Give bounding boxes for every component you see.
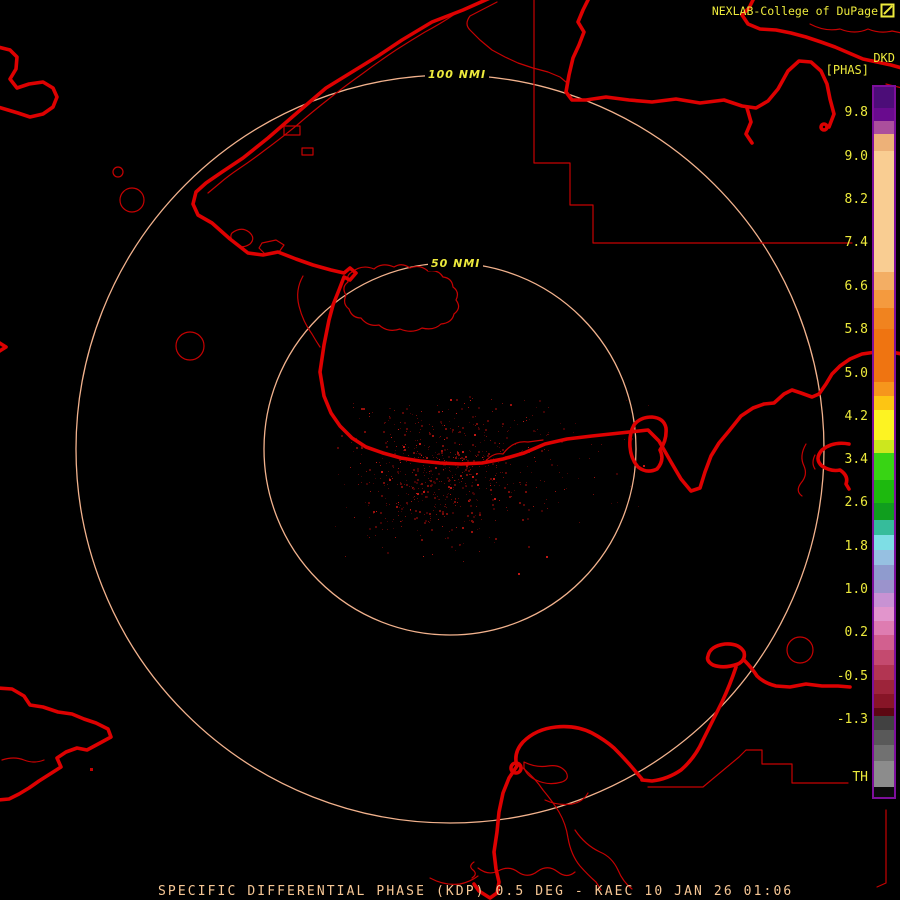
coastline-detail-thin [1,1,900,891]
colorbar-tick-label: -1.3 [836,712,868,727]
colorbar-tick-label: 7.4 [844,235,868,250]
colorbar-segment [874,665,894,680]
cod-logo-icon [880,3,895,18]
colorbar-segment [874,580,894,593]
colorbar-tick-label: 5.0 [844,366,868,381]
colorbar-segment [874,272,894,290]
colorbar-segment [874,382,894,396]
colorbar-tick-label: 9.0 [844,149,868,164]
colorbar-tick-label: 9.8 [844,105,868,120]
colorbar-segment [874,565,894,580]
colorbar-segment [874,121,894,134]
range-ring-label-100nmi: 100 NMI [425,67,490,82]
colorbar-segment [874,593,894,607]
colorbar-segment [874,650,894,665]
radar-display: NEXLAB-College of DuPage DKD [PHAS] 9.8 9… [0,0,900,900]
kdp-speckle-field [335,396,649,575]
colorbar-segment [874,708,894,716]
radar-map [0,0,900,900]
colorbar-segment [874,730,894,745]
product-unit-label: [PHAS] [825,63,869,77]
footer-product-title: SPECIFIC DIFFERENTIAL PHASE (KDP) 0.5 DE… [158,884,794,899]
colorbar-segment [874,410,894,440]
range-ring-50nmi [263,262,637,636]
colorbar-segment [874,453,894,480]
range-ring-100nmi [75,74,825,824]
colorbar-segment [874,787,894,797]
colorbar-segment [874,716,894,730]
range-rings [75,74,825,824]
header-brand: NEXLAB-College of DuPage [711,4,878,18]
colorbar-segment [874,635,894,650]
colorbar-tick-label: 2.6 [844,495,868,510]
colorbar-segment [874,440,894,453]
colorbar-segment [874,503,894,520]
colorbar-segment [874,396,894,410]
range-ring-label-50nmi: 50 NMI [428,256,484,271]
colorbar-tick-label: 5.8 [844,322,868,337]
colorbar-segment [874,550,894,565]
colorbar-tick-label: 3.4 [844,452,868,467]
colorbar-segment [874,308,894,329]
colorbar-segment [874,480,894,503]
colorbar-segment [874,151,894,272]
colorbar-tick-label: 1.0 [844,582,868,597]
colorbar-segment [874,290,894,308]
colorbar-tick-label: 8.2 [844,192,868,207]
colorbar-segment [874,520,894,535]
colorbar-segment [874,87,894,108]
colorbar [872,85,896,799]
colorbar-segment [874,761,894,787]
colorbar-segment [874,745,894,761]
colorbar-tick-label: 1.8 [844,539,868,554]
colorbar-segment [874,680,894,694]
colorbar-tick-label: 0.2 [844,625,868,640]
coastlines [0,0,900,900]
colorbar-segment [874,694,894,708]
product-code-label: DKD [873,51,895,65]
colorbar-segment [874,134,894,151]
colorbar-segment [874,329,894,382]
colorbar-segment [874,621,894,635]
colorbar-tick-label: 4.2 [844,409,868,424]
colorbar-segment [874,607,894,621]
colorbar-segment [874,535,894,550]
colorbar-tick-label: 6.6 [844,279,868,294]
colorbar-tick-label: -0.5 [836,669,868,684]
colorbar-tick-label: TH [852,770,868,785]
colorbar-segment [874,108,894,121]
